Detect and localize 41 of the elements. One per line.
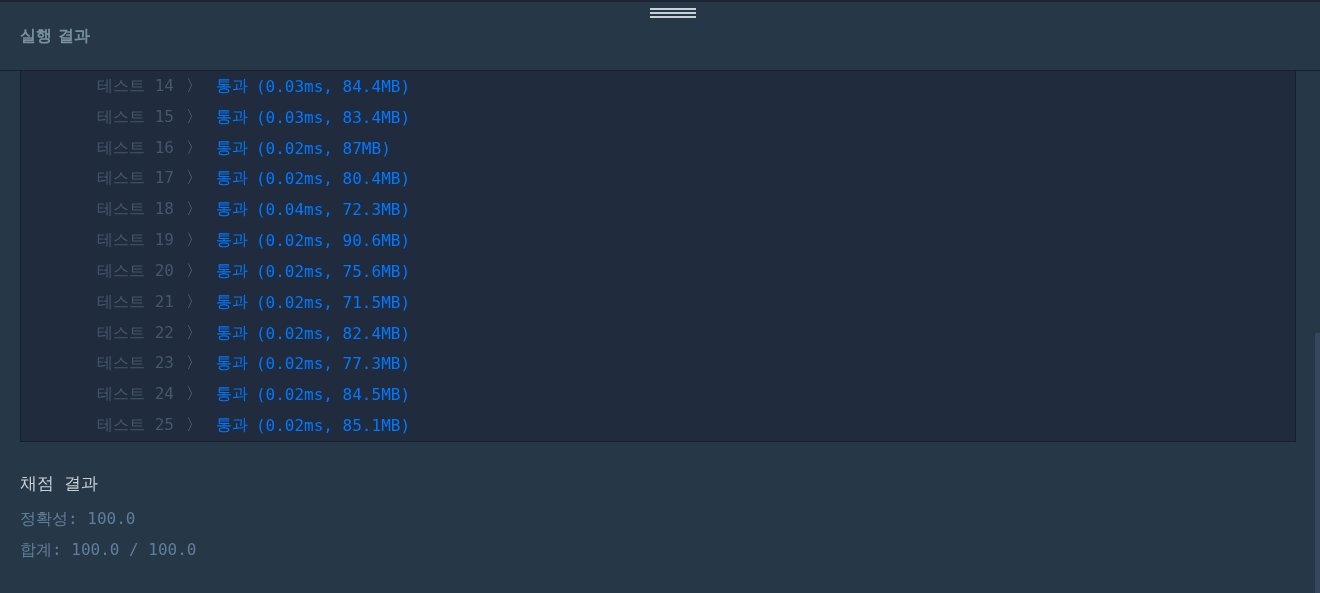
test-detail: (0.02ms, 71.5MB) <box>255 292 411 312</box>
test-status: 통과 <box>215 291 248 313</box>
test-detail: (0.02ms, 77.3MB) <box>255 354 411 374</box>
test-status: 통과 <box>215 137 248 159</box>
test-detail: (0.02ms, 82.4MB) <box>255 323 411 343</box>
test-status: 통과 <box>215 322 248 344</box>
test-detail: (0.02ms, 84.5MB) <box>255 385 411 405</box>
chevron-text: 〉 <box>185 260 202 282</box>
test-status: 통과 <box>215 199 248 221</box>
chevron-text: 〉 <box>185 168 202 190</box>
test-status: 통과 <box>215 75 248 97</box>
test-status: 통과 <box>215 106 248 128</box>
test-status: 통과 <box>215 168 248 190</box>
test-detail: (0.02ms, 90.6MB) <box>255 231 411 251</box>
test-detail: (0.03ms, 84.4MB) <box>255 76 411 96</box>
chevron-text: 〉 <box>185 353 202 375</box>
panel-title: 실행 결과 <box>20 25 90 47</box>
test-status: 통과 <box>215 230 248 252</box>
chevron-text: 〉 <box>185 384 202 406</box>
test-detail: (0.02ms, 80.4MB) <box>255 169 411 189</box>
test-detail: (0.03ms, 83.4MB) <box>255 107 411 127</box>
chevron-text: 〉 <box>185 199 202 221</box>
chevron-text: 〉 <box>185 291 202 313</box>
test-status: 통과 <box>215 260 248 282</box>
test-detail: (0.02ms, 75.6MB) <box>255 261 411 281</box>
test-status: 통과 <box>215 384 248 406</box>
test-detail: (0.02ms, 87MB) <box>255 138 391 158</box>
chevron-text: 〉 <box>185 322 202 344</box>
chevron-text: 〉 <box>185 415 202 436</box>
chevron-text: 〉 <box>185 230 202 252</box>
grading-title: 채점 결과 <box>20 472 100 495</box>
drag-handle-icon[interactable] <box>650 6 696 20</box>
chevron-text: 〉 <box>185 106 202 128</box>
grading-line: 합계: 100.0 / 100.0 <box>20 540 198 561</box>
chevron-text: 〉 <box>185 137 202 159</box>
grading-line: 정확성: 100.0 <box>20 509 137 530</box>
test-status: 통과 <box>215 415 248 436</box>
test-detail: (0.02ms, 85.1MB) <box>255 416 411 435</box>
test-status: 통과 <box>215 353 248 375</box>
chevron-text: 〉 <box>185 75 202 97</box>
test-detail: (0.04ms, 72.3MB) <box>255 200 411 220</box>
